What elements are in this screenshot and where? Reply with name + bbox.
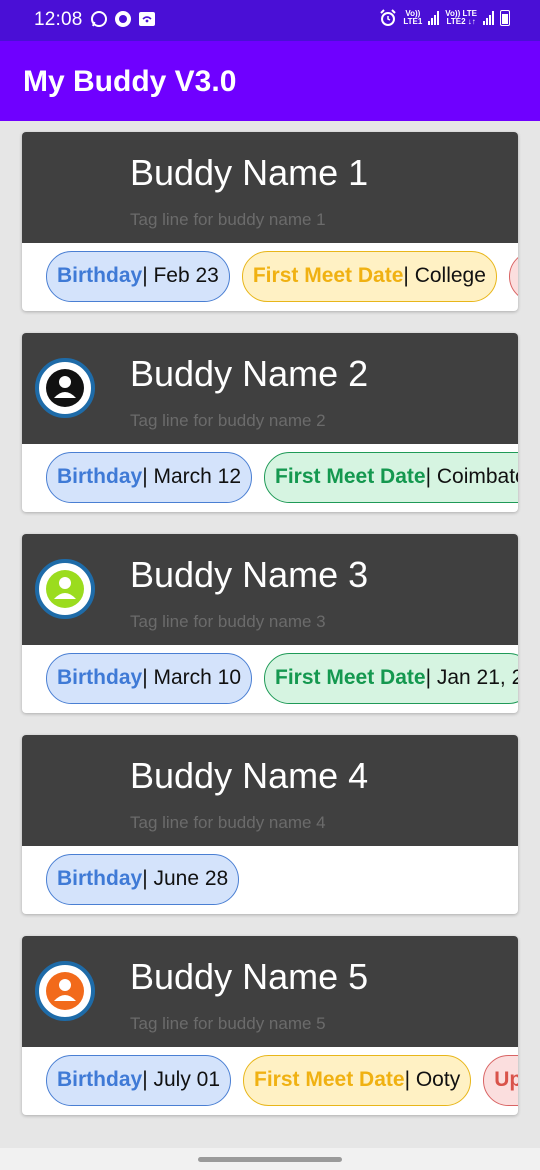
avatar[interactable] [35,559,95,619]
signal-icon [428,11,440,25]
chip-value: | Coimbatore [425,465,518,488]
chip-label: Birthday [57,1068,143,1091]
buddy-card-header: Buddy Name 1 Tag line for buddy name 1 [22,132,518,243]
buddy-card-header: Buddy Name 4 Tag line for buddy name 4 [22,735,518,846]
chip-label: First Meet Date [254,1068,405,1091]
chip-row[interactable]: Birthday| March 10 First Meet Date| Jan 2… [22,645,518,713]
chip-value: | July 01 [142,1068,221,1091]
chip-label: Upcoming [494,1068,518,1091]
first-meet-chip[interactable]: First Meet Date| Ooty [243,1055,472,1106]
status-bar: 12:08 Vo)) LTE1 Vo)) LTE LTE2 ↓↑ [0,0,540,41]
birthday-chip[interactable]: Birthday| March 12 [46,452,253,503]
person-icon [46,972,84,1010]
person-icon [46,369,84,407]
chip-label: First Meet Date [275,465,426,488]
birthday-chip[interactable]: Birthday| June 28 [46,854,240,905]
first-meet-chip[interactable]: First Meet Date| Coimbatore [264,452,518,503]
birthday-chip[interactable]: Birthday| Feb 23 [46,251,230,302]
battery-icon [500,10,510,26]
chip-row[interactable]: Birthday| March 12 First Meet Date| Coimb… [22,444,518,512]
chip-label: First Meet Date [252,264,404,287]
birthday-chip[interactable]: Birthday| March 10 [46,653,253,704]
buddy-name: Buddy Name 1 [130,152,369,193]
upcoming-chip[interactable]: Upcoming [483,1055,518,1106]
buddy-list[interactable]: Buddy Name 1 Tag line for buddy name 1 Bir… [22,132,518,1137]
sim1-bottom-text: LTE1 [403,17,423,26]
person-icon [46,570,84,608]
chip-row[interactable]: Birthday| Feb 23 First Meet Date| College… [22,243,518,311]
first-meet-chip[interactable]: First Meet Date| Jan 21, 2 [264,653,518,704]
signal-icon-2 [483,11,494,25]
chip-value: | Ooty [404,1068,461,1091]
status-right-icons: Vo)) LTE1 Vo)) LTE LTE2 ↓↑ [379,9,510,27]
app-title: My Buddy V3.0 [23,65,237,98]
app-bar: My Buddy V3.0 [0,41,540,121]
status-time: 12:08 [34,9,83,30]
buddy-name: Buddy Name 4 [130,755,369,796]
chip-row[interactable]: Birthday| June 28 [22,846,518,914]
buddy-card-header: Buddy Name 5 Tag line for buddy name 5 [22,936,518,1047]
chip-label: First Meet Date [275,666,426,689]
buddy-name: Buddy Name 2 [130,353,369,394]
buddy-card[interactable]: Buddy Name 3 Tag line for buddy name 3 Bir… [22,534,518,713]
wifi-calling-icon [139,12,155,26]
sim2-bottom-text: LTE2 ↓↑ [446,17,476,26]
birthday-chip[interactable]: Birthday| July 01 [46,1055,232,1106]
buddy-card-header: Buddy Name 2 Tag line for buddy name 2 [22,333,518,444]
chip-value: | College [403,264,486,287]
buddy-card-header: Buddy Name 3 Tag line for buddy name 3 [22,534,518,645]
chip-value: | March 10 [142,666,242,689]
buddy-card[interactable]: Buddy Name 5 Tag line for buddy name 5 Bir… [22,936,518,1115]
buddy-card[interactable]: Buddy Name 1 Tag line for buddy name 1 Bir… [22,132,518,311]
chip-value: | March 12 [142,465,242,488]
chip-label: Birthday [57,867,143,890]
sim2-network: Vo)) LTE LTE2 ↓↑ [445,10,477,26]
chip-value: | June 28 [142,867,229,890]
avatar[interactable] [35,961,95,1021]
status-left-icons [90,10,156,28]
alarm-icon [380,9,397,26]
app-circle-icon [115,11,131,27]
buddy-name: Buddy Name 3 [130,554,369,595]
buddy-card[interactable]: Buddy Name 4 Tag line for buddy name 4 Bir… [22,735,518,914]
chip-row[interactable]: Birthday| July 01 First Meet Date| Ooty Up… [22,1047,518,1115]
sim1-network: Vo)) LTE1 [403,10,422,26]
buddy-tagline: Tag line for buddy name 4 [130,813,326,832]
buddy-tagline: Tag line for buddy name 5 [130,1014,326,1033]
navigation-bar [0,1148,540,1170]
chip-label: Birthday [57,465,143,488]
whatsapp-icon [91,11,107,27]
chip-label: Birthday [57,264,143,287]
first-meet-chip[interactable]: First Meet Date| College [241,251,497,302]
chip-value: | Feb 23 [142,264,219,287]
buddy-tagline: Tag line for buddy name 2 [130,411,326,430]
buddy-tagline: Tag line for buddy name 3 [130,612,326,631]
upcoming-chip[interactable]: Upcoming [508,251,518,302]
buddy-tagline: Tag line for buddy name 1 [130,210,326,229]
buddy-name: Buddy Name 5 [130,956,369,997]
chip-label: Birthday [57,666,143,689]
chip-value: | Jan 21, 2 [425,666,518,689]
home-indicator[interactable] [198,1157,342,1162]
buddy-card[interactable]: Buddy Name 2 Tag line for buddy name 2 Bir… [22,333,518,512]
avatar[interactable] [35,358,95,418]
